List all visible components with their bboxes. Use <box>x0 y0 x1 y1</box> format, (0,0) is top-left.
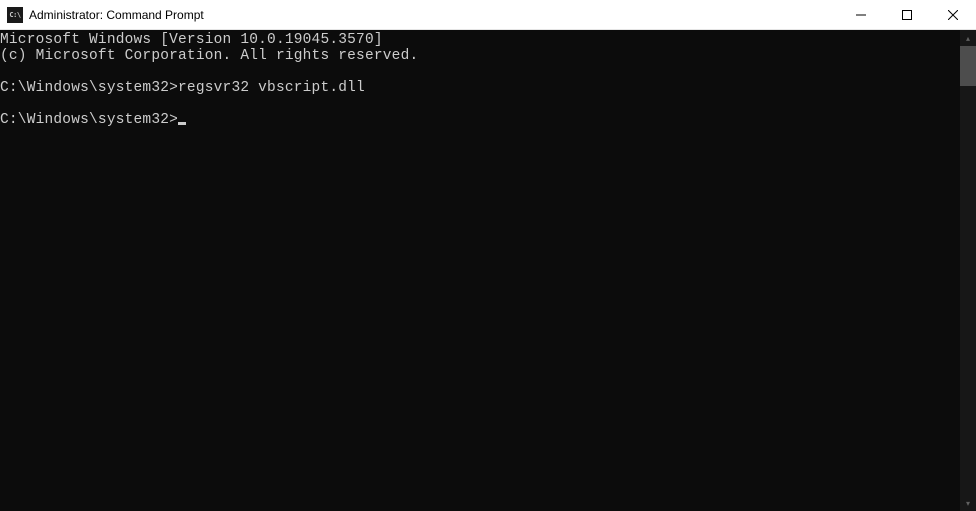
window-title: Administrator: Command Prompt <box>29 8 838 22</box>
scrollbar[interactable]: ▴ ▾ <box>960 30 976 511</box>
console-line: (c) Microsoft Corporation. All rights re… <box>0 48 418 64</box>
cmd-icon: C:\ <box>7 7 23 23</box>
scroll-down-icon[interactable]: ▾ <box>960 495 976 511</box>
minimize-button[interactable] <box>838 0 884 29</box>
window-controls <box>838 0 976 29</box>
maximize-button[interactable] <box>884 0 930 29</box>
console-area: Microsoft Windows [Version 10.0.19045.35… <box>0 30 976 511</box>
prompt: C:\Windows\system32> <box>0 80 178 96</box>
console-line: Microsoft Windows [Version 10.0.19045.35… <box>0 32 383 48</box>
cursor <box>178 122 186 125</box>
title-bar: C:\ Administrator: Command Prompt <box>0 0 976 30</box>
command-text: regsvr32 vbscript.dll <box>178 80 365 96</box>
console-content[interactable]: Microsoft Windows [Version 10.0.19045.35… <box>0 30 960 511</box>
close-button[interactable] <box>930 0 976 29</box>
scroll-thumb[interactable] <box>960 46 976 86</box>
prompt: C:\Windows\system32> <box>0 112 178 128</box>
scroll-up-icon[interactable]: ▴ <box>960 30 976 46</box>
